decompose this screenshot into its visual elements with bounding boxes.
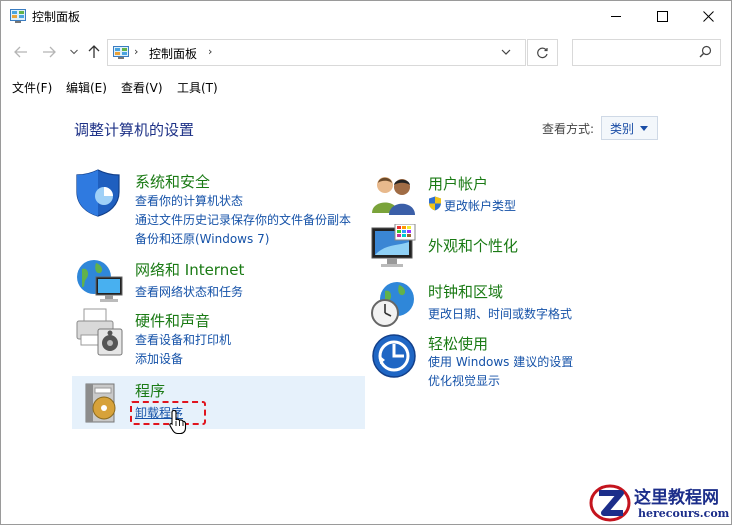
monitor-palette-icon[interactable]: [371, 224, 417, 272]
up-button[interactable]: [85, 43, 103, 61]
programs-disc-box-icon[interactable]: [80, 382, 120, 426]
watermark-logo-icon: [589, 484, 631, 522]
link-view-computer-status[interactable]: 查看你的计算机状态: [135, 192, 243, 209]
watermark-chinese-text: 这里教程网: [634, 488, 719, 508]
category-title-ease-of-access[interactable]: 轻松使用: [428, 333, 488, 354]
category-title-programs[interactable]: 程序: [135, 380, 165, 401]
globe-network-icon[interactable]: [74, 257, 124, 305]
minimize-button[interactable]: [593, 1, 639, 31]
link-backup-restore[interactable]: 备份和还原(Windows 7): [135, 230, 269, 247]
control-panel-icon: [113, 46, 129, 59]
back-button[interactable]: [12, 43, 30, 61]
control-panel-window: 控制面板 › 控制面板 › 文件(F) 编辑(E) 查看(V) 工具(T) 调整…: [0, 0, 732, 525]
close-button[interactable]: [685, 1, 731, 31]
link-change-date-time-format[interactable]: 更改日期、时间或数字格式: [428, 305, 572, 322]
link-add-device[interactable]: 添加设备: [135, 350, 183, 367]
search-icon[interactable]: [699, 45, 712, 58]
search-input[interactable]: [575, 42, 695, 63]
maximize-button[interactable]: [639, 1, 685, 31]
breadcrumb-separator-icon[interactable]: ›: [208, 45, 212, 58]
watermark-domain-text: herecours.com: [638, 507, 730, 520]
category-title-user-accounts[interactable]: 用户帐户: [428, 173, 488, 194]
link-optimize-visual-display[interactable]: 优化视觉显示: [428, 372, 500, 389]
address-bar[interactable]: › 控制面板 ›: [107, 39, 526, 66]
window-title: 控制面板: [32, 10, 81, 24]
link-view-devices-printers[interactable]: 查看设备和打印机: [135, 331, 231, 348]
link-use-windows-recommended[interactable]: 使用 Windows 建议的设置: [428, 353, 573, 370]
link-change-account-type[interactable]: 更改帐户类型: [444, 197, 516, 214]
breadcrumb-control-panel[interactable]: 控制面板: [149, 45, 197, 62]
hand-cursor-icon: [169, 409, 187, 435]
view-by-value: 类别: [610, 121, 635, 136]
category-title-appearance[interactable]: 外观和个性化: [428, 235, 518, 256]
category-title-network-internet[interactable]: 网络和 Internet: [135, 259, 244, 280]
back-arrow-icon: [14, 46, 27, 58]
search-box[interactable]: [572, 39, 721, 66]
minimize-icon: [610, 15, 621, 17]
watermark: 这里教程网 herecours.com: [586, 481, 732, 525]
caret-down-icon: [640, 126, 648, 131]
menu-bar: 文件(F) 编辑(E) 查看(V) 工具(T): [1, 75, 731, 97]
chevron-down-icon[interactable]: [501, 47, 511, 57]
forward-button[interactable]: [40, 43, 58, 61]
category-title-clock-region[interactable]: 时钟和区域: [428, 281, 503, 302]
link-view-network-status[interactable]: 查看网络状态和任务: [135, 283, 243, 300]
menu-edit[interactable]: 编辑(E): [66, 79, 107, 96]
maximize-icon: [656, 10, 668, 22]
printer-icon[interactable]: [74, 307, 124, 357]
annotation-highlight-box: [130, 401, 206, 425]
up-arrow-icon: [88, 45, 100, 58]
chevron-down-icon: [70, 49, 78, 55]
view-by-dropdown[interactable]: 类别: [601, 116, 658, 140]
forward-arrow-icon: [43, 46, 56, 58]
menu-view[interactable]: 查看(V): [121, 79, 163, 96]
close-icon: [702, 10, 714, 22]
category-title-system-security[interactable]: 系统和安全: [135, 171, 210, 192]
clock-globe-icon[interactable]: [371, 281, 417, 329]
menu-tools[interactable]: 工具(T): [177, 79, 218, 96]
control-panel-icon: [10, 9, 26, 23]
category-title-hardware-sound[interactable]: 硬件和声音: [135, 310, 210, 331]
uac-shield-icon: [429, 196, 441, 211]
shield-icon[interactable]: [74, 168, 122, 218]
link-file-history-backup[interactable]: 通过文件历史记录保存你的文件备份副本: [135, 211, 351, 228]
recent-locations-button[interactable]: [65, 43, 83, 61]
refresh-icon: [537, 47, 548, 59]
view-by-label: 查看方式:: [542, 122, 595, 136]
ease-of-access-icon[interactable]: [371, 332, 417, 380]
refresh-button[interactable]: [527, 39, 558, 66]
users-icon[interactable]: [371, 171, 417, 215]
navigation-bar: › 控制面板 ›: [1, 31, 731, 73]
menu-file[interactable]: 文件(F): [12, 79, 52, 96]
breadcrumb-separator-icon[interactable]: ›: [134, 45, 138, 58]
page-title: 调整计算机的设置: [74, 121, 195, 139]
title-bar: 控制面板: [1, 1, 731, 31]
